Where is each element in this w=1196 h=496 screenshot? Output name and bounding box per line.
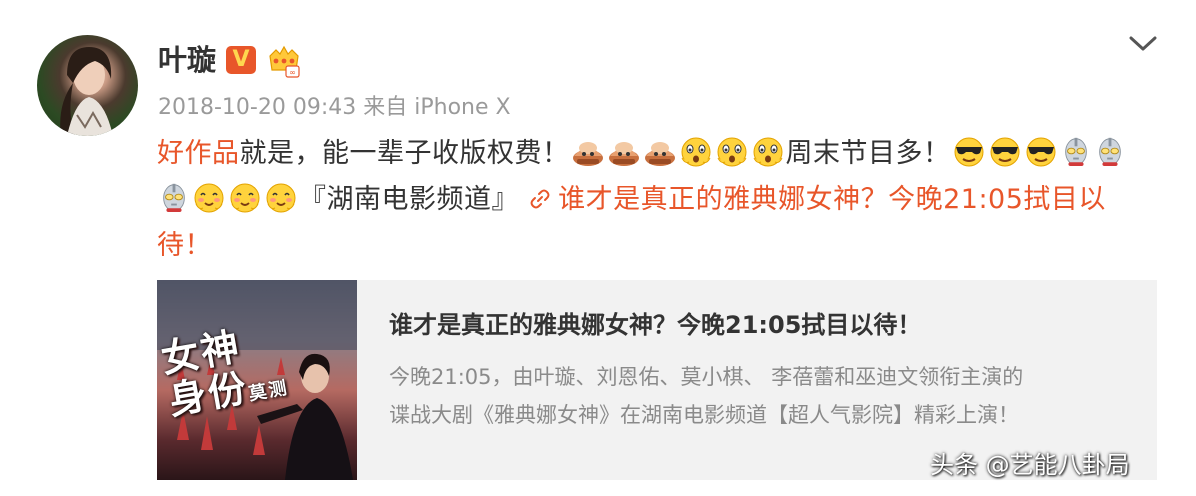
card-desc-line-1: 今晚21:05，由叶璇、刘恩佑、莫小棋、 李蓓蕾和巫迪文领衔主演的 xyxy=(389,365,1024,389)
post-text-part2: 周末节目多！ xyxy=(785,138,951,169)
weibo-post: 叶璇 V ∞ 2018-10-20 09:43 来自 iPhone X 好作品就… xyxy=(0,0,1196,496)
bowl-emoji xyxy=(643,134,677,168)
card-title[interactable]: 谁才是真正的雅典娜女神？今晚21:05拭目以待！ xyxy=(389,308,1129,342)
ultraman-emoji xyxy=(1060,134,1092,168)
post-text-part3: 『湖南电影频道』 xyxy=(299,184,519,215)
blush-emoji xyxy=(264,180,298,214)
avatar-image xyxy=(60,47,113,136)
verified-icon: V xyxy=(226,46,256,74)
sunglasses-emoji xyxy=(988,134,1022,168)
svg-text:∞: ∞ xyxy=(289,68,296,77)
astonished-emoji xyxy=(715,134,749,168)
avatar[interactable] xyxy=(37,35,138,136)
link-icon xyxy=(530,189,550,209)
post-text: 好作品就是，能一辈子收版权费！ 周末节目多！ 『湖南电影频道』 谁才是真正的雅典娜女… xyxy=(157,131,1147,269)
ultraman-emoji xyxy=(1094,134,1126,168)
watermark: 头条 @艺能八卦局 xyxy=(930,451,1130,479)
post-meta: 2018-10-20 09:43 来自 iPhone X xyxy=(158,93,511,123)
source: 来自 iPhone X xyxy=(363,95,511,120)
sunglasses-emoji xyxy=(952,134,986,168)
topic-link[interactable]: 好作品 xyxy=(157,138,240,169)
card-description: 今晚21:05，由叶璇、刘恩佑、莫小棋、 李蓓蕾和巫迪文领衔主演的 谍战大剧《雅… xyxy=(389,358,1129,434)
thumb-line-2-sub: 莫测 xyxy=(247,377,291,405)
astonished-emoji xyxy=(751,134,785,168)
card-thumbnail: 女神 身份莫测 xyxy=(157,280,357,480)
card-desc-line-2: 谍战大剧《雅典娜女神》在湖南电影频道【超人气影院】精彩上演！ xyxy=(389,403,1019,427)
blush-emoji xyxy=(192,180,226,214)
crown-icon: ∞ xyxy=(266,44,302,78)
chevron-down-icon[interactable] xyxy=(1128,34,1158,54)
timestamp[interactable]: 2018-10-20 09:43 xyxy=(158,95,356,120)
sunglasses-emoji xyxy=(1024,134,1058,168)
username[interactable]: 叶璇 xyxy=(158,40,216,80)
ultraman-emoji xyxy=(158,180,190,214)
bowl-emoji xyxy=(607,134,641,168)
bowl-emoji xyxy=(571,134,605,168)
post-text-part1: 就是，能一辈子收版权费！ xyxy=(239,138,570,169)
astonished-emoji xyxy=(679,134,713,168)
blush-emoji xyxy=(228,180,262,214)
